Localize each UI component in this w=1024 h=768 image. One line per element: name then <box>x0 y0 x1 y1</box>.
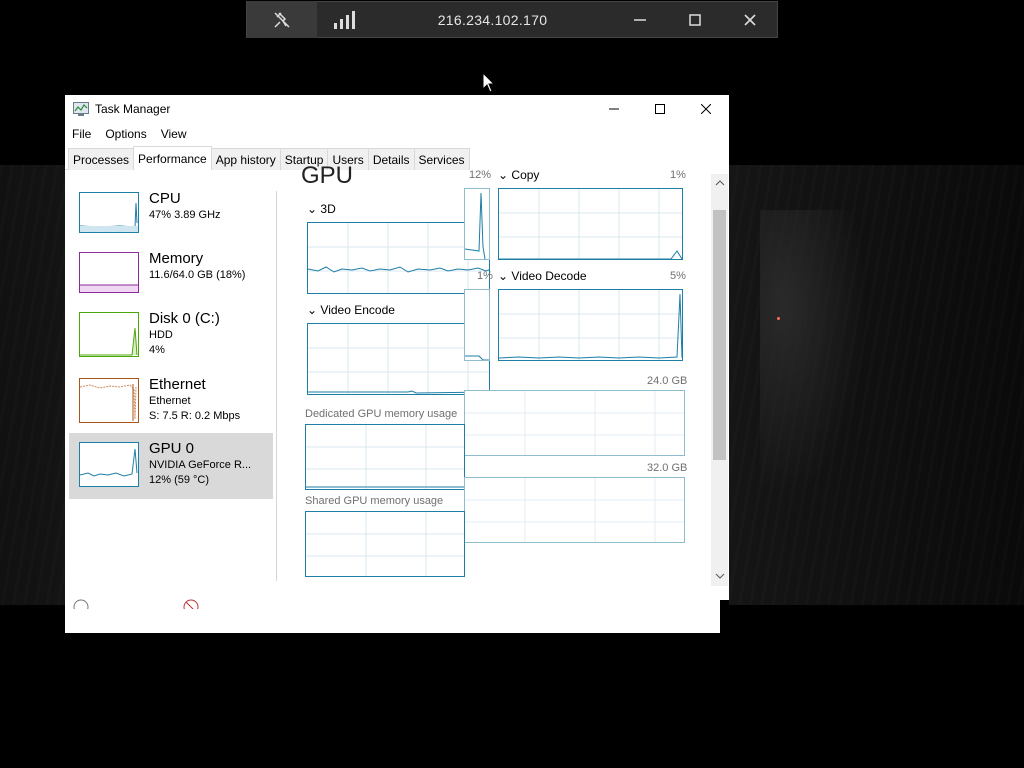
engine-video-decode-label[interactable]: ⌄ Video Decode <box>498 269 587 283</box>
scroll-down-icon[interactable] <box>715 572 725 580</box>
engine-video-encode-label[interactable]: ⌄ Video Encode <box>307 303 395 317</box>
remote-ip-address: 216.234.102.170 <box>437 11 548 28</box>
footer-links <box>65 595 465 609</box>
resource-item-memory[interactable]: Memory 11.6/64.0 GB (18%) <box>69 243 273 309</box>
engine-3d-graph <box>307 222 490 294</box>
minimize-button[interactable] <box>591 95 637 123</box>
resource-monitor-icon[interactable] <box>183 599 199 609</box>
engine-video-decode-graph <box>498 289 683 361</box>
resource-detail: 47% 3.89 GHz <box>149 209 221 221</box>
minimize-icon[interactable] <box>612 1 667 38</box>
ghost-3d-graph <box>464 188 490 260</box>
tab-services[interactable]: Services <box>413 148 470 170</box>
gpu-page-title: GPU <box>301 162 354 185</box>
resource-detail: NVIDIA GeForce R... <box>149 459 252 471</box>
engine-copy-percent: 1% <box>670 169 686 181</box>
resource-name: Disk 0 (C:) <box>149 310 220 327</box>
gpu-thumbnail-graph <box>79 442 139 487</box>
menu-bar: File Options View <box>65 123 729 145</box>
resource-detail: HDD <box>149 329 173 341</box>
tab-performance[interactable]: Performance <box>133 146 212 170</box>
engine-3d-percent: 12% <box>469 169 492 181</box>
tab-app-history[interactable]: App history <box>210 148 281 170</box>
close-icon[interactable] <box>722 1 777 38</box>
resource-item-disk[interactable]: Disk 0 (C:) HDD 4% <box>69 303 273 369</box>
task-manager-window: Task Manager File Options View Processes… <box>65 95 729 633</box>
resource-item-ethernet[interactable]: Ethernet Ethernet S: 7.5 R: 0.2 Mbps <box>69 369 273 435</box>
window-edge-gap <box>720 600 729 633</box>
ethernet-thumbnail-graph <box>79 378 139 423</box>
chevron-down-icon: ⌄ <box>498 269 509 283</box>
maximize-icon[interactable] <box>667 1 722 38</box>
resource-list: CPU 47% 3.89 GHz Memory 11.6/64.0 GB (18… <box>65 171 275 591</box>
engine-3d-label[interactable]: ⌄ 3D <box>307 202 336 216</box>
engine-copy-label[interactable]: ⌄ Copy <box>498 168 539 182</box>
resource-usage: S: 7.5 R: 0.2 Mbps <box>149 410 241 422</box>
task-manager-app-icon <box>73 102 89 116</box>
remote-connection-bar: 216.234.102.170 <box>246 1 778 38</box>
window-bottom-edge <box>464 600 720 633</box>
close-button[interactable] <box>683 95 729 123</box>
dedicated-memory-label: Dedicated GPU memory usage <box>305 408 458 420</box>
memory-thumbnail-graph <box>79 252 139 293</box>
remote-desktop-screen: 216.234.102.170 Task Manager File Option… <box>0 0 1024 768</box>
resource-name: CPU <box>149 190 181 207</box>
chevron-down-icon: ⌄ <box>498 168 509 182</box>
engine-copy-graph <box>498 188 683 260</box>
shared-memory-label: Shared GPU memory usage <box>305 495 444 507</box>
dedicated-memory-graph <box>305 424 465 490</box>
shared-memory-max: 32.0 GB <box>647 462 688 474</box>
shared-memory-graph <box>305 511 465 577</box>
resource-detail: 11.6/64.0 GB (18%) <box>149 269 246 281</box>
fewer-details-icon[interactable] <box>73 599 89 609</box>
menu-view[interactable]: View <box>154 127 194 141</box>
cpu-thumbnail-graph <box>79 192 139 233</box>
resource-item-gpu[interactable]: GPU 0 NVIDIA GeForce R... 12% (59 °C) <box>69 433 273 499</box>
engine-video-decode-percent: 5% <box>670 270 686 282</box>
tab-processes[interactable]: Processes <box>68 148 135 170</box>
pane-divider[interactable] <box>276 191 277 581</box>
maximize-button[interactable] <box>637 95 683 123</box>
chevron-down-icon: ⌄ <box>307 202 318 216</box>
disk-thumbnail-graph <box>79 312 139 357</box>
dedicated-memory-max: 24.0 GB <box>647 375 688 387</box>
tab-strip: Processes Performance App history Startu… <box>65 146 470 170</box>
tab-details[interactable]: Details <box>367 148 415 170</box>
scroll-up-icon[interactable] <box>715 179 725 187</box>
chevron-down-icon: ⌄ <box>307 303 318 317</box>
resource-item-cpu[interactable]: CPU 47% 3.89 GHz <box>69 183 273 249</box>
background-red-light <box>777 317 780 320</box>
title-bar[interactable]: Task Manager <box>65 95 729 123</box>
ghost-dedicated-graph <box>464 390 685 456</box>
mouse-cursor-icon <box>482 72 496 93</box>
resource-usage: 4% <box>149 344 165 356</box>
resource-detail: Ethernet <box>149 395 191 407</box>
window-title: Task Manager <box>95 102 171 116</box>
background-lamp-shape <box>760 210 880 530</box>
resource-name: GPU 0 <box>149 440 195 457</box>
scrollbar-thumb[interactable] <box>713 210 726 460</box>
unpin-icon[interactable] <box>247 1 317 38</box>
engine-video-encode-percent: 1% <box>477 270 493 282</box>
engine-video-encode-graph <box>307 323 490 395</box>
ghost-shared-graph <box>464 477 685 543</box>
menu-options[interactable]: Options <box>98 127 153 141</box>
menu-file[interactable]: File <box>65 127 98 141</box>
resource-name: Memory <box>149 250 204 267</box>
resource-name: Ethernet <box>149 376 206 393</box>
ghost-encode-graph <box>464 289 490 361</box>
signal-bars-icon[interactable] <box>317 1 373 38</box>
resource-usage: 12% (59 °C) <box>149 474 210 486</box>
